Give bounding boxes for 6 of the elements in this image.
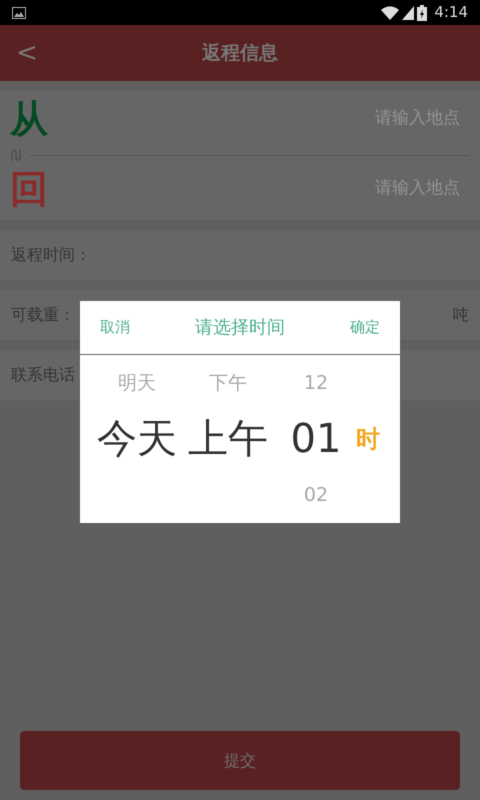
from-mark: 从 (10, 100, 48, 138)
return-mark: 回 (10, 170, 48, 208)
dialog-title: 请选择时间 (195, 316, 285, 340)
hour-unit: 时 (356, 424, 380, 455)
page-title: 返程信息 (202, 40, 278, 66)
clock: 4:14 (434, 2, 468, 24)
